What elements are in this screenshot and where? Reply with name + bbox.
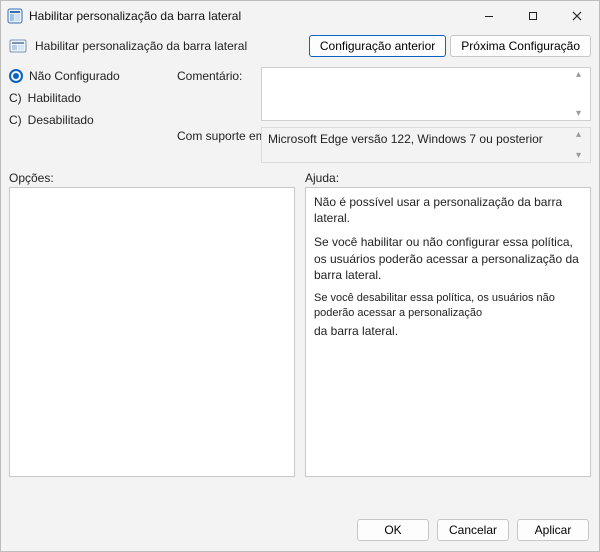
radio-label: Habilitado	[28, 91, 81, 105]
close-button[interactable]	[555, 1, 599, 31]
radio-prefix: C)	[9, 113, 22, 127]
radio-enabled[interactable]: C) Habilitado	[9, 91, 169, 105]
supported-field-row: Com suporte em: Microsoft Edge versão 12…	[177, 127, 591, 163]
state-radio-group: Não Configurado C) Habilitado C) Desabil…	[9, 67, 169, 163]
radio-not-configured[interactable]: Não Configurado	[9, 69, 169, 83]
scroll-down-icon[interactable]: ▾	[576, 108, 588, 119]
scroll-up-icon[interactable]: ▴	[576, 129, 588, 140]
help-label: Ajuda:	[305, 171, 591, 185]
dialog-window: Habilitar personalização da barra latera…	[0, 0, 600, 552]
help-text-3: Se você desabilitar essa política, os us…	[314, 291, 582, 321]
apply-button[interactable]: Aplicar	[517, 519, 589, 541]
radio-label: Desabilitado	[28, 113, 94, 127]
minimize-button[interactable]	[467, 1, 511, 31]
scroll-hints: ▴ ▾	[576, 69, 588, 119]
options-label: Opções:	[9, 171, 295, 185]
config-area: Não Configurado C) Habilitado C) Desabil…	[1, 63, 599, 163]
app-icon	[7, 8, 23, 24]
help-box[interactable]: Não é possível usar a personalização da …	[305, 187, 591, 477]
nav-buttons: Configuração anterior Próxima Configuraç…	[309, 35, 591, 57]
window-title: Habilitar personalização da barra latera…	[29, 9, 467, 23]
help-text-4: da barra lateral.	[314, 323, 582, 339]
maximize-button[interactable]	[511, 1, 555, 31]
policy-icon	[9, 37, 27, 55]
radio-disabled[interactable]: C) Desabilitado	[9, 113, 169, 127]
header-title: Habilitar personalização da barra latera…	[35, 39, 301, 53]
radio-label: Não Configurado	[29, 69, 120, 83]
scroll-hints: ▴ ▾	[576, 129, 588, 161]
header-row: Habilitar personalização da barra latera…	[1, 31, 599, 63]
comment-textbox[interactable]: ▴ ▾	[261, 67, 591, 121]
supported-label: Com suporte em:	[177, 127, 255, 143]
options-box	[9, 187, 295, 477]
radio-selected-icon	[9, 69, 23, 83]
comment-field-row: Comentário: ▴ ▾	[177, 67, 591, 121]
scroll-down-icon[interactable]: ▾	[576, 150, 588, 161]
footer-buttons: OK Cancelar Aplicar	[1, 511, 599, 551]
next-setting-button[interactable]: Próxima Configuração	[450, 35, 591, 57]
help-text-2: Se você habilitar ou não configurar essa…	[314, 234, 582, 283]
supported-box: Microsoft Edge versão 122, Windows 7 ou …	[261, 127, 591, 163]
help-text-1: Não é possível usar a personalização da …	[314, 194, 582, 226]
scroll-up-icon[interactable]: ▴	[576, 69, 588, 80]
supported-value: Microsoft Edge versão 122, Windows 7 ou …	[268, 132, 543, 146]
help-panel: Ajuda: Não é possível usar a personaliza…	[305, 171, 591, 503]
titlebar: Habilitar personalização da barra latera…	[1, 1, 599, 31]
radio-prefix: C)	[9, 91, 22, 105]
previous-setting-button[interactable]: Configuração anterior	[309, 35, 446, 57]
comment-label: Comentário:	[177, 67, 255, 83]
options-panel: Opções:	[9, 171, 295, 503]
cancel-button[interactable]: Cancelar	[437, 519, 509, 541]
ok-button[interactable]: OK	[357, 519, 429, 541]
lower-panels: Opções: Ajuda: Não é possível usar a per…	[1, 163, 599, 511]
